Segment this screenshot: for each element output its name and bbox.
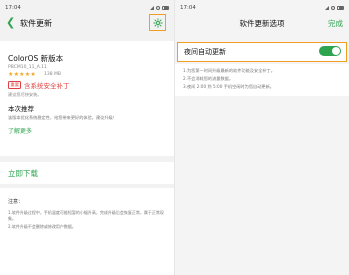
update-info-card: ColorOS 新版本 PBCM10_11_A.11 ★★★★★ 138 MB … (0, 41, 174, 156)
download-row: 立即下载 (0, 162, 174, 184)
update-title: ColorOS 新版本 (8, 54, 64, 63)
recommend-title: 本次推荐 (8, 105, 34, 113)
signal-icon (325, 5, 329, 10)
status-icons (325, 5, 344, 10)
battery-icon (162, 5, 169, 10)
night-auto-update-toggle[interactable] (319, 46, 341, 56)
learn-more-link[interactable]: 了解更多 (8, 126, 32, 135)
security-patch-label: 含系统安全补丁 (24, 82, 70, 90)
page-title: 软件更新 (20, 19, 52, 28)
note-item: 1.软件升级过程中，手机温度可能短暂的小幅升高，完成升级后会恢复正常，属于正常现… (8, 210, 164, 221)
settings-button[interactable] (149, 14, 166, 31)
install-hint: 建议您尽快安装。 (8, 92, 42, 97)
status-time: 17:04 (5, 4, 21, 11)
rating-stars: ★★★★★ (8, 71, 36, 78)
notes-title: 注意： (8, 199, 24, 205)
version-number: PBCM10_11_A.11 (8, 65, 47, 70)
back-arrow-icon[interactable]: ❮ (6, 17, 15, 28)
download-now-button[interactable]: 立即下载 (8, 168, 38, 179)
notes-panel: 注意： 1.软件升级过程中，手机温度可能短暂的小幅升高，完成升级后会恢复正常，属… (0, 188, 174, 275)
page-title: 软件更新选项 (239, 19, 285, 28)
option-note: 1.为您第一时间升级最新的软件功能及安全补丁。 (183, 68, 275, 73)
status-time: 17:04 (180, 4, 196, 11)
night-auto-update-label: 夜间自动更新 (184, 48, 226, 56)
options-notes: 1.为您第一时间升级最新的软件功能及安全补丁。 2.不会消耗您的流量数据。 3.… (175, 64, 349, 96)
option-note: 3.夜间 2:00 到 5:00 手机空闲时为您自动更新。 (183, 84, 274, 89)
wifi-icon (331, 5, 335, 10)
wifi-icon (156, 5, 160, 10)
package-size: 138 MB (44, 72, 61, 77)
recommend-text: 该版本优化系统稳定性，给您带来更好的体验，建议升级！ (8, 115, 117, 120)
important-badge: 重要 (8, 81, 22, 89)
status-bar: 17:04 (0, 0, 174, 12)
note-item: 2.软件升级不会删除或修改用户数据。 (8, 224, 76, 229)
toggle-knob (332, 47, 340, 55)
software-update-screen: 17:04 ❮ 软件更新 ColorOS 新版本 PBCM10_11_A.11 … (0, 0, 174, 275)
done-button[interactable]: 完成 (328, 18, 343, 29)
status-bar: 17:04 (175, 0, 349, 12)
battery-icon (337, 5, 344, 10)
option-note: 2.不会消耗您的流量数据。 (183, 76, 234, 81)
update-options-screen: 17:04 软件更新选项 完成 夜间自动更新 1.为您第一时间升级最新的软件功能… (175, 0, 349, 275)
signal-icon (150, 5, 154, 10)
status-icons (150, 5, 169, 10)
top-nav: ❮ 软件更新 (0, 12, 174, 34)
gear-icon (152, 17, 163, 28)
night-auto-update-row[interactable]: 夜间自动更新 (177, 42, 347, 62)
